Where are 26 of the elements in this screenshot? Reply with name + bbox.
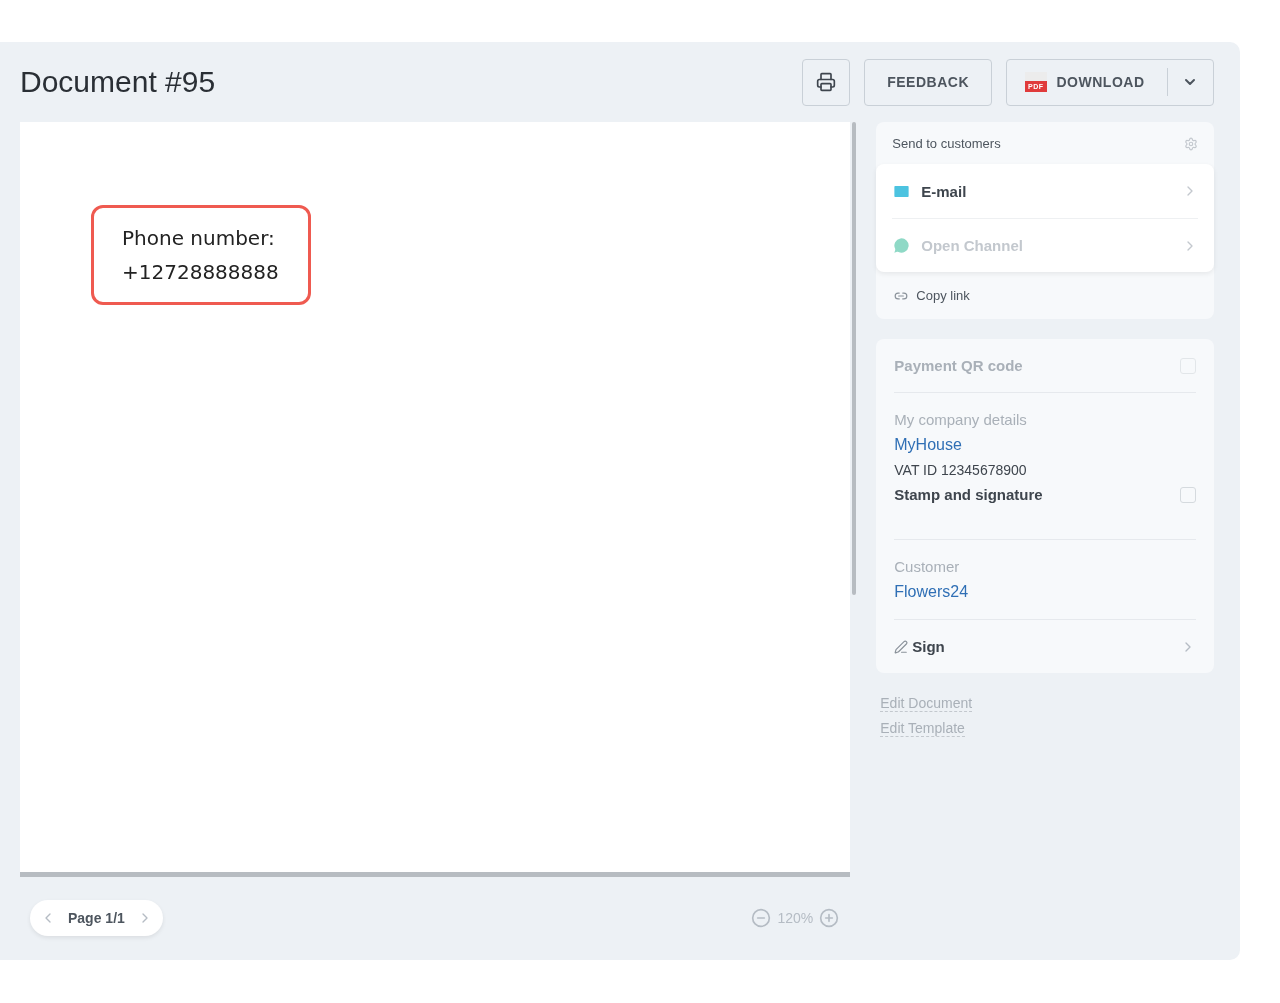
customer-heading: Customer xyxy=(894,558,961,575)
printer-icon xyxy=(816,72,837,92)
stamp-label: Stamp and signature xyxy=(894,486,1043,503)
feedback-button[interactable]: FEEDBACK xyxy=(864,58,992,106)
pen-icon xyxy=(894,639,909,654)
channel-item[interactable]: E-mail xyxy=(892,164,1198,218)
send-heading: Send to customers xyxy=(892,136,1001,151)
customer-name-link[interactable]: Flowers24 xyxy=(894,583,1196,601)
chat-bubble-icon xyxy=(892,236,912,255)
scrollbar[interactable] xyxy=(852,122,857,595)
vat-id: VAT ID 12345678900 xyxy=(894,462,1028,478)
payment-qr-label: Payment QR code xyxy=(894,357,1023,374)
copy-link[interactable]: Copy link xyxy=(876,272,1214,319)
page-label: Page 1/1 xyxy=(68,910,125,926)
settings-icon[interactable] xyxy=(1184,136,1198,151)
stamp-checkbox[interactable] xyxy=(1180,486,1196,503)
note-text: Phone number: xyxy=(122,226,276,250)
document-title: Document #95 xyxy=(20,65,216,99)
company-heading: My company details xyxy=(894,411,1028,428)
zoom-out-button[interactable] xyxy=(751,908,772,928)
company-name-link[interactable]: MyHouse xyxy=(894,436,1196,454)
note-text: +12728888888 xyxy=(122,260,280,284)
zoom-level: 120% xyxy=(777,910,814,926)
sign-button[interactable]: Sign xyxy=(894,638,1196,655)
print-button[interactable] xyxy=(802,58,851,106)
zoom-in-button[interactable] xyxy=(819,908,840,928)
